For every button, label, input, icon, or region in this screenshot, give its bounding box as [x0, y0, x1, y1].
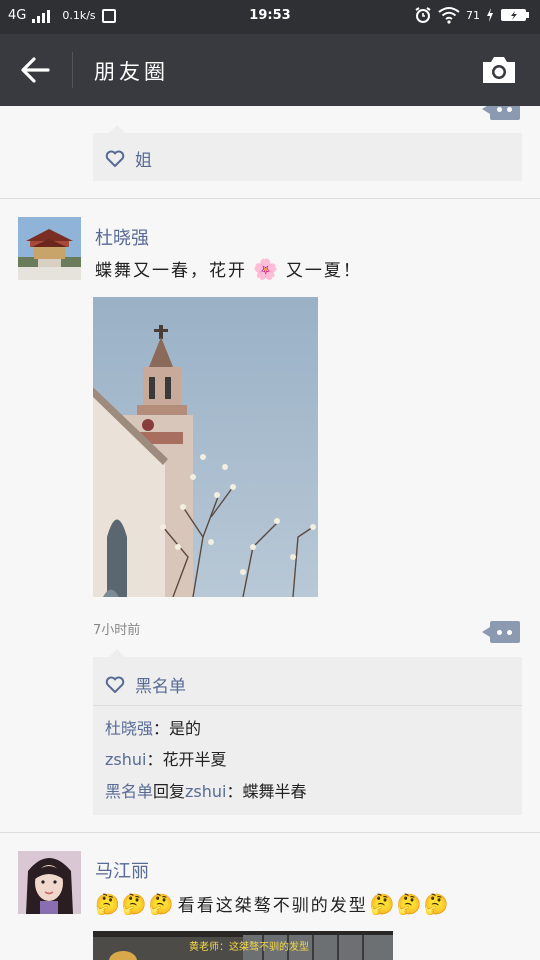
avatar[interactable]	[18, 851, 81, 914]
comment-sep: ：	[226, 782, 243, 801]
post-text: 🤔 🤔 🤔 看看这桀骜不驯的发型 🤔 🤔 🤔	[95, 891, 451, 917]
image-caption: 黄老师：这桀骜不驯的发型	[189, 942, 309, 953]
comment-text: 蝶舞半春	[242, 782, 307, 801]
post-image[interactable]: 黄老师：这桀骜不驯的发型	[93, 931, 393, 960]
avatar[interactable]	[18, 217, 81, 280]
likes-comments-box: 黑名单 杜晓强：是的 zshui：花开半夏 黑名单回复zshui：蝶舞半春	[93, 649, 522, 815]
heart-icon	[105, 150, 125, 167]
thinking-emoji: 🤔	[121, 891, 149, 916]
reply-word: 回复	[153, 782, 186, 801]
battery-percent: 71	[466, 8, 480, 22]
comment[interactable]: 黑名单回复zshui：蝶舞半春	[105, 778, 307, 802]
post-image[interactable]	[93, 297, 318, 597]
thinking-emoji: 🤔	[369, 891, 397, 916]
likes-divider	[93, 705, 522, 706]
comment[interactable]: zshui：花开半夏	[105, 746, 227, 770]
likes-box: 姐	[93, 125, 522, 181]
appbar-divider	[72, 52, 73, 88]
comment[interactable]: 杜晓强：是的	[105, 715, 201, 739]
like-row: 姐	[105, 146, 152, 171]
comment-text: 是的	[169, 719, 202, 738]
page-title: 朋友圈	[94, 60, 169, 84]
thinking-emoji: 🤔	[95, 891, 122, 916]
more-actions-button[interactable]	[482, 621, 520, 643]
comment-author[interactable]: 杜晓强	[105, 719, 153, 738]
comment-author[interactable]: 黑名单	[105, 782, 153, 801]
post-text: 蝶舞又一春，花开 🌸 又一夏！	[95, 256, 362, 282]
post-divider	[0, 198, 540, 199]
camera-icon[interactable]	[480, 54, 518, 86]
heart-icon	[105, 676, 125, 693]
battery-icon	[501, 9, 529, 21]
alarm-icon	[415, 7, 431, 23]
app-bar: 朋友圈	[0, 34, 540, 106]
liker-name[interactable]: 姐	[135, 146, 152, 171]
back-arrow-icon[interactable]	[18, 54, 52, 86]
moments-feed[interactable]: 姐 杜晓强 蝶舞又一春，花开 🌸 又一夏！ 7小时前 黑名单 杜晓强：是的 zs…	[0, 106, 540, 960]
post-divider	[0, 832, 540, 833]
status-bar: 4G 0.1k/s 19:53 71	[0, 0, 540, 34]
thinking-emoji: 🤔	[148, 891, 176, 916]
like-row: 黑名单	[105, 672, 186, 697]
more-actions-button[interactable]	[482, 106, 520, 120]
post-time: 7小时前	[93, 623, 141, 638]
author-name[interactable]: 杜晓强	[95, 224, 149, 250]
author-name[interactable]: 马江丽	[95, 857, 149, 883]
flower-emoji: 🌸	[253, 256, 280, 281]
charging-icon	[487, 8, 493, 22]
liker-name[interactable]: 黑名单	[135, 672, 186, 697]
comment-text: 花开半夏	[162, 750, 227, 769]
comment-author[interactable]: zshui	[105, 750, 146, 769]
thinking-emoji: 🤔	[423, 891, 451, 916]
comment-sep: ：	[146, 750, 163, 769]
post-text-body: 看看这桀骜不驯的发型	[177, 896, 368, 916]
post-text-part1: 蝶舞又一春，花开	[95, 261, 247, 281]
comment-sep: ：	[153, 719, 170, 738]
reply-target[interactable]: zshui	[185, 782, 226, 801]
thinking-emoji: 🤔	[396, 891, 424, 916]
post-text-part2: 又一夏！	[285, 261, 362, 281]
wifi-icon	[438, 7, 460, 24]
